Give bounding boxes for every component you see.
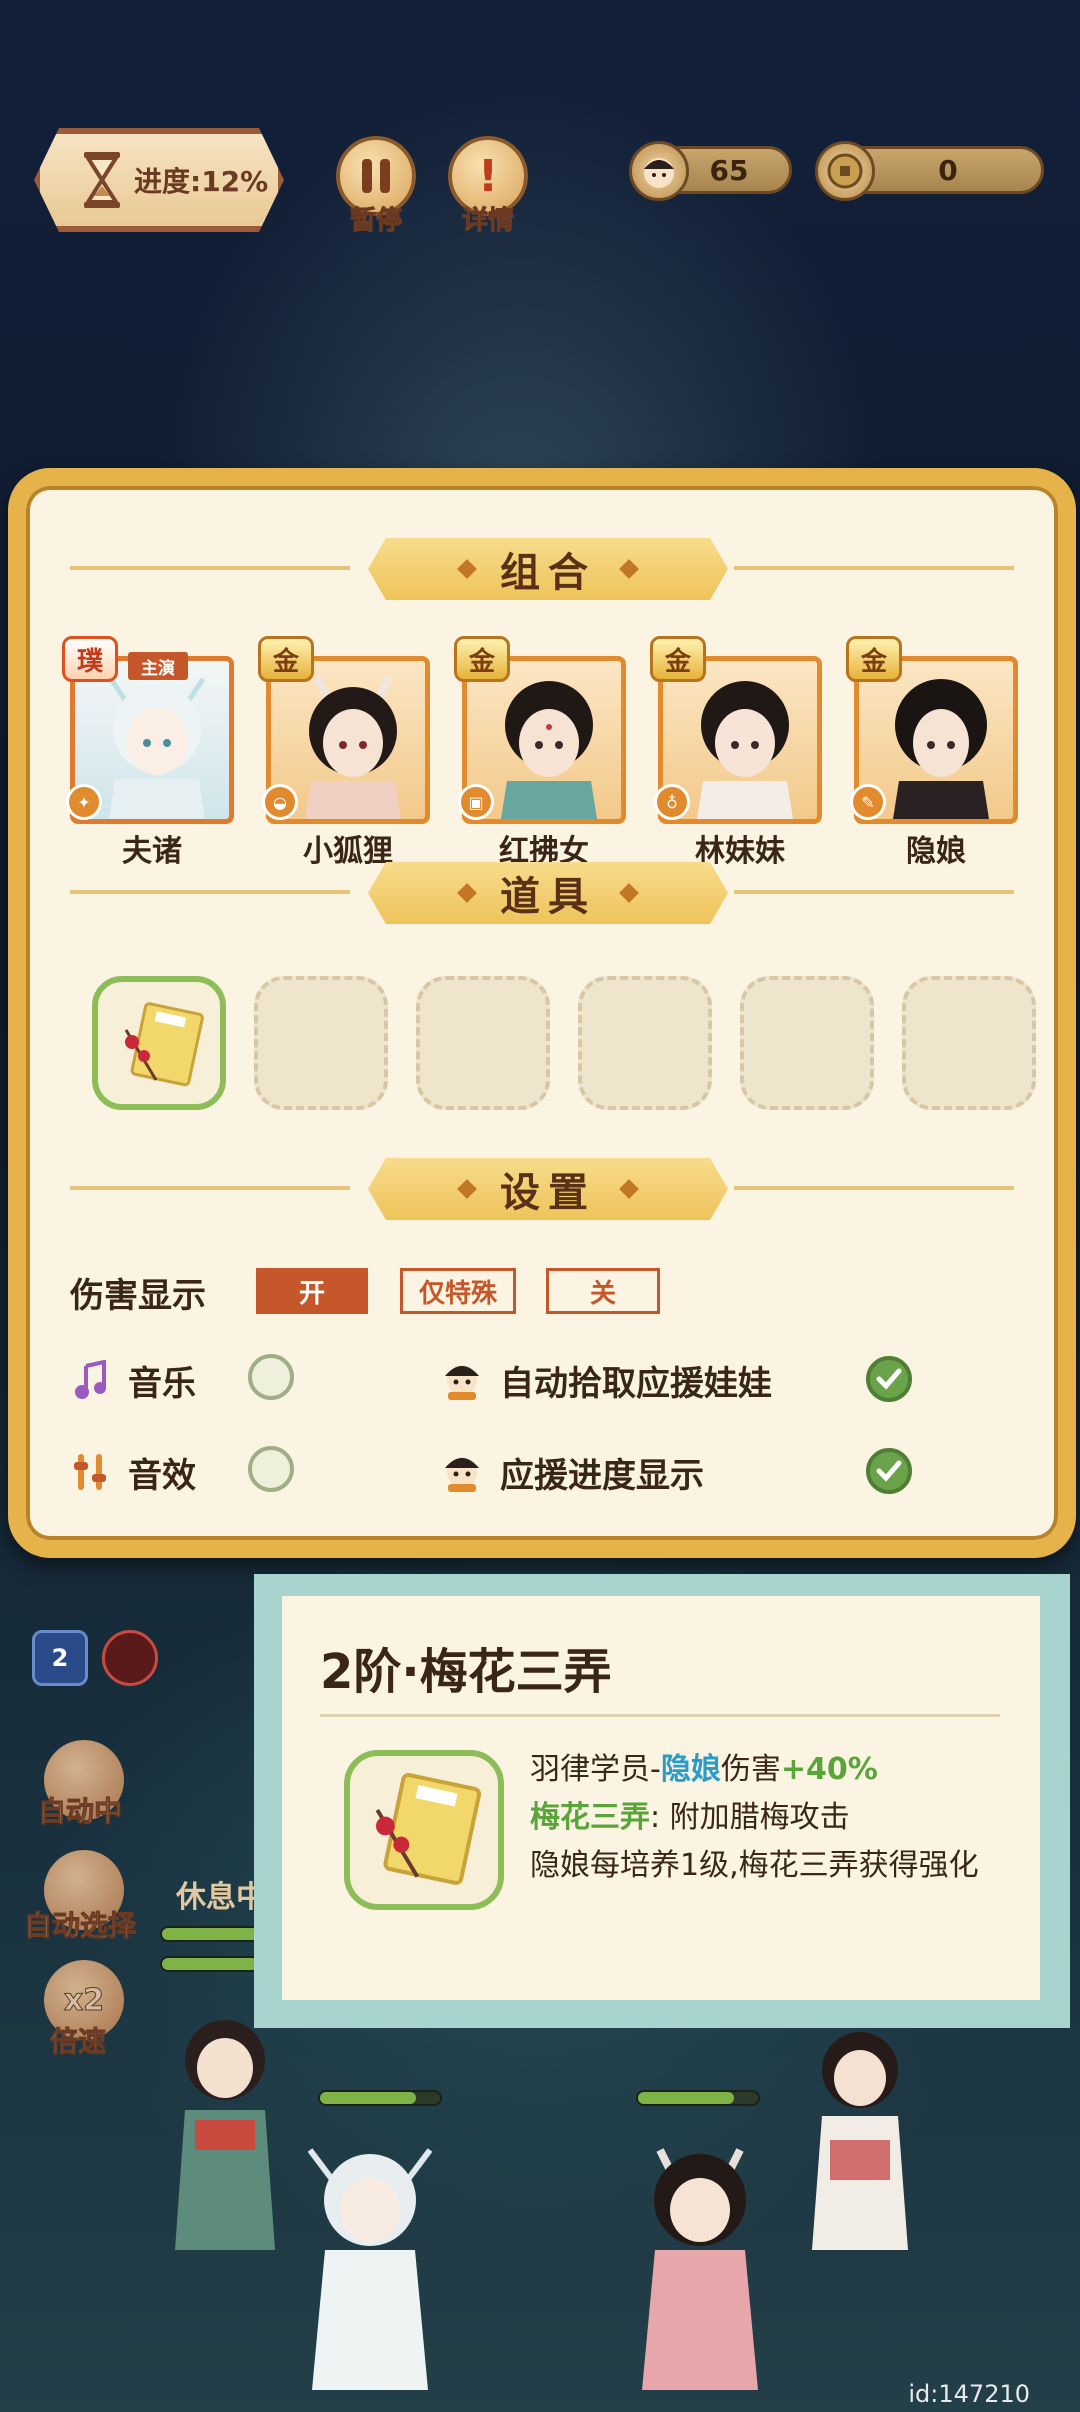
brush-icon: ✎ bbox=[850, 784, 886, 820]
checkmark-icon bbox=[876, 1460, 902, 1482]
auto-select-label: 自动选择 bbox=[23, 1909, 137, 1943]
support-progress-toggle[interactable] bbox=[866, 1448, 912, 1494]
tooltip-title: 2阶·梅花三弄 bbox=[320, 1644, 612, 1700]
details-label: 详情 bbox=[461, 206, 514, 237]
lantern-icon: ▣ bbox=[458, 784, 494, 820]
progress-indicator: 进度:12% bbox=[34, 128, 284, 232]
plum-book-icon bbox=[375, 1772, 482, 1885]
rank-badge: 金 bbox=[258, 636, 314, 682]
doll-counter: 65 bbox=[629, 141, 792, 201]
doll-icon bbox=[440, 1358, 484, 1402]
music-label: 音乐 bbox=[128, 1364, 196, 1404]
damage-option-off[interactable]: 关 bbox=[546, 1268, 660, 1314]
combo-section-header: 组合 bbox=[26, 538, 1058, 600]
rank-badge: 金 bbox=[846, 636, 902, 682]
damage-display-row: 伤害显示 开 仅特殊 关 bbox=[70, 1268, 1030, 1318]
hero-chibi-linmeimei bbox=[800, 2020, 920, 2260]
skill-slot[interactable]: 2 bbox=[32, 1630, 88, 1686]
copper-coin-icon bbox=[815, 141, 875, 201]
hero-card-yinniang[interactable]: 金 ✎ 隐娘 bbox=[846, 636, 1018, 869]
coin-count: 0 bbox=[938, 153, 958, 187]
gourd-icon: ♁ bbox=[654, 784, 690, 820]
damage-option-on[interactable]: 开 bbox=[256, 1268, 368, 1314]
progress-label: 进度:12% bbox=[134, 165, 269, 198]
portrait-yinniang bbox=[893, 679, 989, 819]
auto-pickup-toggle[interactable] bbox=[866, 1356, 912, 1402]
items-section-header: 道具 bbox=[26, 862, 1058, 924]
item-tooltip: 2阶·梅花三弄 羽律学员-隐娘伤害+40% 梅花三弄: 附加腊梅攻击 隐娘每培养… bbox=[254, 1574, 1070, 2028]
rank-badge: 璞 bbox=[62, 636, 118, 682]
portrait-linmeimei bbox=[697, 681, 793, 819]
hero-chibi-fuzhu bbox=[300, 2130, 440, 2400]
pause-label: 暂停 bbox=[349, 206, 402, 237]
combo-title: 组合 bbox=[500, 550, 596, 596]
tooltip-description: 羽律学员-隐娘伤害+40% 梅花三弄: 附加腊梅攻击 隐娘每培养1级,梅花三弄获… bbox=[530, 1746, 979, 1890]
portrait-fox bbox=[305, 675, 401, 819]
tooltip-item-frame bbox=[344, 1750, 504, 1910]
item-slot-empty[interactable] bbox=[902, 976, 1036, 1110]
exclamation-icon: ! bbox=[477, 150, 499, 202]
tooltip-line-1: 羽律学员-隐娘伤害+40% bbox=[530, 1752, 878, 1787]
settings-title: 设置 bbox=[500, 1170, 596, 1216]
sword-icon: ✦ bbox=[66, 784, 102, 820]
item-slot-plum-book[interactable] bbox=[92, 976, 226, 1110]
auto-battle-label: 自动中 bbox=[37, 1795, 123, 1829]
doll-count: 65 bbox=[709, 153, 749, 187]
hero-hp-bar bbox=[318, 2090, 442, 2106]
item-slot-empty[interactable] bbox=[254, 976, 388, 1110]
lead-role-tag: 主演 bbox=[128, 652, 188, 680]
music-note-icon bbox=[68, 1358, 112, 1402]
hero-lineup: 璞 主演 ✦ 夫诸 金 ◒ 小狐狸 金 ▣ 红拂女 金 ♁ 林妹妹 金 ✎ 隐娘 bbox=[62, 636, 1030, 869]
rank-badge: 金 bbox=[454, 636, 510, 682]
portrait-hongfunu bbox=[501, 681, 597, 819]
damage-display-label: 伤害显示 bbox=[70, 1276, 206, 1316]
hero-card-fox[interactable]: 金 ◒ 小狐狸 bbox=[258, 636, 430, 869]
pause-icon bbox=[362, 159, 390, 193]
item-slot-empty[interactable] bbox=[578, 976, 712, 1110]
speed-label: 倍速 bbox=[49, 2025, 107, 2059]
sound-effects-icon bbox=[68, 1450, 112, 1494]
items-title: 道具 bbox=[500, 874, 596, 920]
doll-icon bbox=[440, 1450, 484, 1494]
player-id: id:147210 bbox=[908, 2380, 1030, 2408]
item-slot-empty[interactable] bbox=[416, 976, 550, 1110]
hero-chibi-fox bbox=[630, 2130, 770, 2400]
music-toggle[interactable] bbox=[248, 1354, 294, 1400]
support-progress-label: 应援进度显示 bbox=[500, 1456, 704, 1496]
emblem-icon bbox=[102, 1630, 158, 1686]
item-slots bbox=[52, 976, 1052, 1116]
bowl-icon: ◒ bbox=[262, 784, 298, 820]
hero-hp-bar bbox=[636, 2090, 760, 2106]
auto-pickup-label: 自动拾取应援娃娃 bbox=[500, 1364, 772, 1404]
team-settings-panel: 组合 璞 主演 ✦ 夫诸 金 ◒ 小狐狸 金 ▣ 红拂女 金 ♁ 林妹妹 金 ✎… bbox=[8, 468, 1076, 1558]
hero-card-fuzhu[interactable]: 璞 主演 ✦ 夫诸 bbox=[62, 636, 234, 869]
hero-chibi-yinniang bbox=[165, 2010, 285, 2270]
sfx-label: 音效 bbox=[128, 1456, 196, 1496]
tooltip-line-3: 隐娘每培养1级,梅花三弄获得强化 bbox=[530, 1848, 979, 1883]
checkmark-icon bbox=[876, 1368, 902, 1390]
rest-hp-bar bbox=[160, 1956, 260, 1972]
coin-counter: 0 bbox=[815, 141, 1044, 201]
hourglass-icon bbox=[80, 150, 124, 210]
speed-value: x2 bbox=[63, 1982, 105, 2018]
damage-option-special-only[interactable]: 仅特殊 bbox=[400, 1268, 516, 1314]
portrait-fuzhu bbox=[108, 677, 206, 819]
rank-badge: 金 bbox=[650, 636, 706, 682]
tooltip-divider bbox=[320, 1714, 1000, 1717]
rest-status: 休息中 bbox=[176, 1880, 266, 1915]
doll-face-icon bbox=[629, 141, 689, 201]
tooltip-line-2: 梅花三弄: 附加腊梅攻击 bbox=[530, 1800, 850, 1835]
rest-hp-bar bbox=[160, 1926, 260, 1942]
hero-card-hongfunu[interactable]: 金 ▣ 红拂女 bbox=[454, 636, 626, 869]
item-slot-empty[interactable] bbox=[740, 976, 874, 1110]
settings-section-header: 设置 bbox=[26, 1158, 1058, 1220]
hero-card-linmeimei[interactable]: 金 ♁ 林妹妹 bbox=[650, 636, 822, 869]
sfx-toggle[interactable] bbox=[248, 1446, 294, 1492]
skill-count: 2 bbox=[51, 1644, 69, 1672]
plum-book-icon bbox=[124, 1002, 204, 1087]
